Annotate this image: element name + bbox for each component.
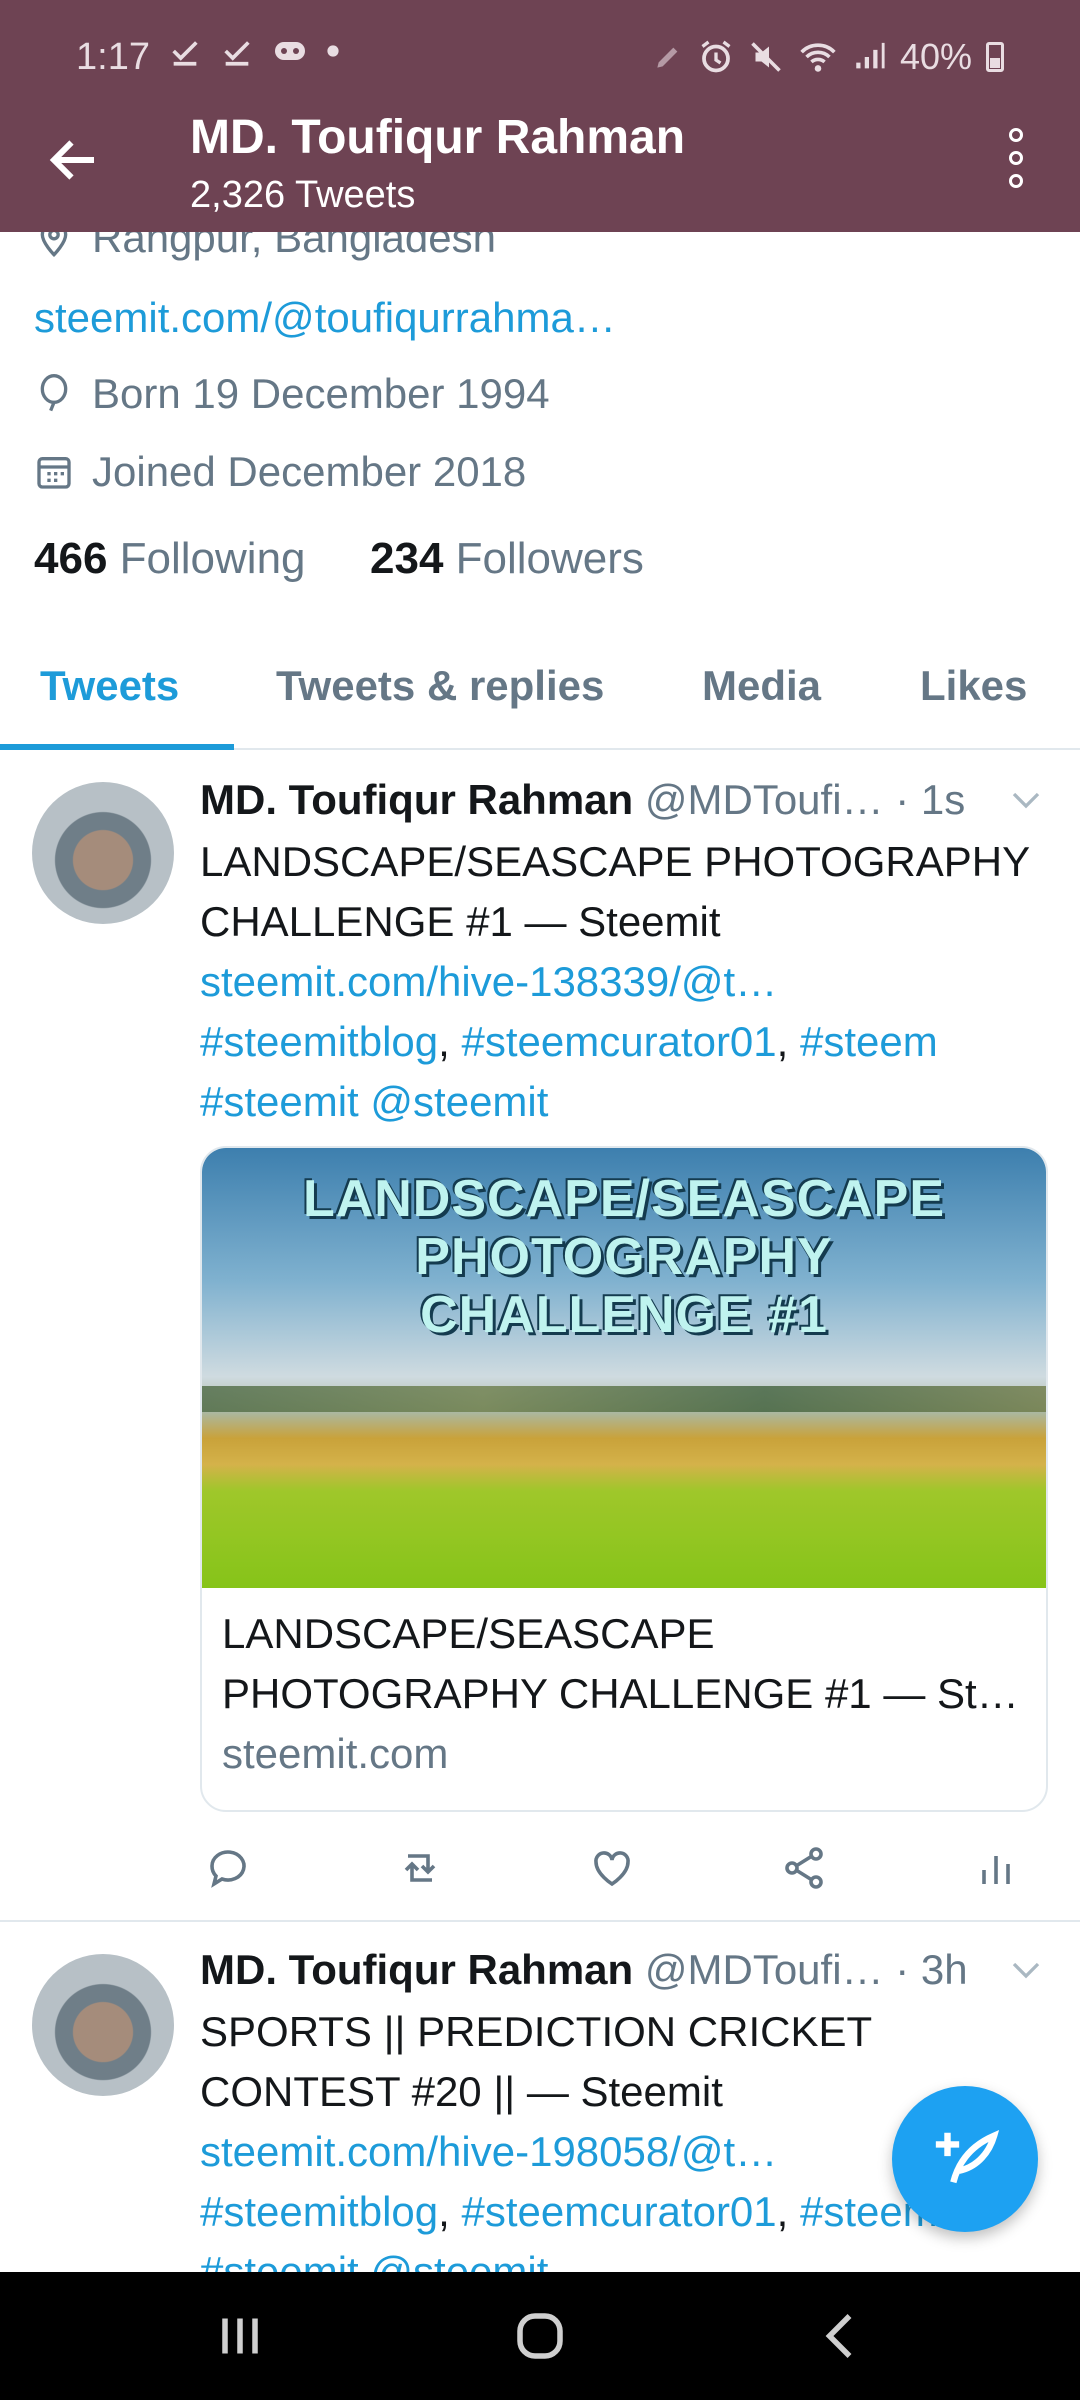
following-link[interactable]: 466 Following [34, 534, 306, 583]
card-image-treeline [202, 1386, 1046, 1412]
caption-line-2: PHOTOGRAPHY [415, 1228, 833, 1286]
hashtag-link[interactable]: #steemcurator01 [461, 2188, 776, 2235]
tweet-line-1: SPORTS || PREDICTION CRICKET [200, 2008, 873, 2055]
caption-line-1: LANDSCAPE/SEASCAPE [302, 1170, 946, 1228]
tweet-divider [0, 1920, 1080, 1922]
hashtag-link[interactable]: #steemitblog [200, 2188, 438, 2235]
tweet-actions [200, 1844, 1020, 1904]
followers-label: Followers [455, 534, 644, 583]
hashtag-mention-line[interactable]: #steemit @steemit [200, 1072, 1060, 1132]
card-meta: LANDSCAPE/SEASCAPE PHOTOGRAPHY CHALLENGE… [222, 1604, 1026, 1784]
tab-tweets[interactable]: Tweets [40, 662, 179, 710]
home-icon[interactable] [510, 2306, 570, 2366]
tab-likes[interactable]: Likes [920, 662, 1027, 710]
wifi-icon [800, 43, 836, 72]
website-row[interactable]: steemit.com/@toufiqurrahma… [34, 294, 616, 342]
chevron-down-icon[interactable] [1008, 1952, 1044, 1988]
tweet-line-1: LANDSCAPE/SEASCAPE PHOTOGRAPHY [200, 838, 1031, 885]
born-row: Born 19 December 1994 [34, 370, 550, 418]
feather-plus-icon [935, 2130, 1000, 2184]
hashtag-link[interactable]: #steemcurator01 [461, 1018, 776, 1065]
link-preview-card[interactable]: LANDSCAPE/SEASCAPE PHOTOGRAPHY CHALLENGE… [200, 1146, 1048, 1812]
mute-icon [751, 42, 781, 72]
battery-percent: 40% [899, 36, 972, 77]
card-domain: steemit.com [222, 1730, 449, 1777]
recent-apps-icon[interactable] [210, 2306, 270, 2366]
alarm-icon [701, 40, 731, 73]
back-arrow-icon[interactable] [44, 130, 104, 190]
following-label: Following [119, 534, 306, 583]
more-options-icon[interactable] [1004, 128, 1028, 188]
born-text: Born 19 December 1994 [92, 370, 550, 417]
game-icon [275, 42, 305, 60]
followers-link[interactable]: 234 Followers [370, 534, 644, 583]
hashtag-link[interactable]: #steem [800, 1018, 938, 1065]
tweet-author-name[interactable]: MD. Toufiqur Rahman [200, 1946, 633, 1993]
tweet-link[interactable]: steemit.com/hive-138339/@t… [200, 952, 1060, 1012]
avatar[interactable] [32, 1954, 174, 2096]
chevron-down-icon[interactable] [1008, 782, 1044, 818]
card-image-caption: LANDSCAPE/SEASCAPE PHOTOGRAPHY CHALLENGE… [202, 1170, 1046, 1344]
card-title-line-1: LANDSCAPE/SEASCAPE [222, 1610, 715, 1657]
share-icon[interactable] [780, 1844, 828, 1892]
like-heart-icon[interactable] [588, 1844, 636, 1892]
balloon-icon [40, 374, 68, 412]
tweet-handle-time: @MDToufi… · 1s [644, 776, 966, 823]
profile-name-title: MD. Toufiqur Rahman [190, 111, 686, 164]
joined-text: Joined December 2018 [92, 448, 527, 495]
website-link[interactable]: steemit.com/@toufiqurrahma… [34, 294, 616, 342]
profile-header: MD. Toufiqur Rahman 2,326 Tweets [0, 110, 1080, 232]
tweet-line-2: CHALLENGE #1 — Steemit [200, 898, 721, 945]
reply-icon[interactable] [204, 1844, 252, 1892]
following-count: 466 [34, 534, 108, 583]
compose-tweet-button[interactable] [892, 2086, 1038, 2232]
notification-icons [168, 34, 340, 68]
calendar-icon [37, 457, 71, 489]
dot-icon [327, 45, 339, 57]
app-bar: 1:17 40% MD. Toufiqur Rahman 2,326 Tweet… [0, 0, 1080, 232]
tweet-author-name[interactable]: MD. Toufiqur Rahman [200, 776, 633, 823]
joined-row: Joined December 2018 [34, 448, 526, 496]
card-image: LANDSCAPE/SEASCAPE PHOTOGRAPHY CHALLENGE… [202, 1148, 1046, 1588]
tab-tweets-and-replies[interactable]: Tweets & replies [276, 662, 604, 710]
check-icon [172, 41, 198, 66]
hashtag-mention-line[interactable]: #steemit @steemit [200, 2242, 1060, 2272]
signal-icon [856, 42, 885, 69]
check-icon [224, 41, 250, 66]
tweet-header: MD. Toufiqur Rahman @MDToufi… · 3h [200, 1946, 968, 1994]
tab-media[interactable]: Media [702, 662, 821, 710]
active-tab-indicator [0, 744, 234, 750]
system-navigation-bar [0, 2272, 1080, 2400]
tweet-header: MD. Toufiqur Rahman @MDToufi… · 1s [200, 776, 965, 824]
card-title-line-2: PHOTOGRAPHY CHALLENGE #1 — St… [222, 1670, 1019, 1717]
status-bar: 1:17 40% [0, 0, 1080, 110]
tweet-text: LANDSCAPE/SEASCAPE PHOTOGRAPHY CHALLENGE… [200, 832, 1060, 1132]
retweet-icon[interactable] [396, 1844, 444, 1892]
system-icons: 40% [652, 36, 1004, 78]
profile-tabs: Tweets Tweets & replies Media Likes [0, 640, 1080, 750]
hashtag-link[interactable]: #steemitblog [200, 1018, 438, 1065]
status-time: 1:17 [76, 36, 150, 78]
followers-count: 234 [370, 534, 444, 583]
caption-line-3: CHALLENGE #1 [420, 1286, 828, 1344]
analytics-icon[interactable] [972, 1844, 1020, 1892]
avatar[interactable] [32, 782, 174, 924]
back-nav-icon[interactable] [812, 2306, 872, 2366]
tweet-count: 2,326 Tweets [190, 174, 416, 216]
tweet-handle-time: @MDToufi… · 3h [644, 1946, 968, 1993]
battery-icon [986, 42, 1004, 72]
follow-counts: 466 Following 234 Followers [34, 534, 644, 584]
pen-icon [657, 47, 678, 68]
